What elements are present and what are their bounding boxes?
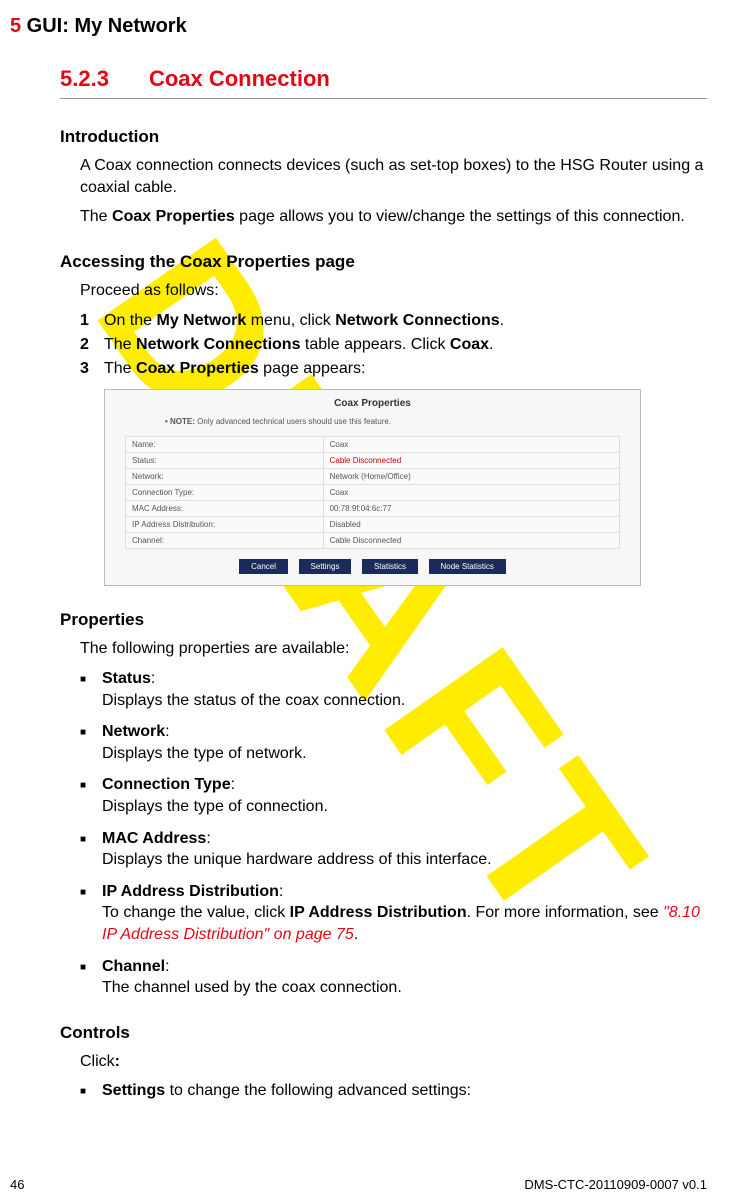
accessing-steps: 1 On the My Network menu, click Network … [80, 309, 707, 381]
properties-lead: The following properties are available: [80, 638, 707, 660]
page-footer: 46 DMS-CTC-20110909-0007 v0.1 [0, 1177, 747, 1192]
list-item: ■ MAC Address:Displays the unique hardwa… [80, 828, 707, 871]
list-item: ■ Network:Displays the type of network. [80, 721, 707, 764]
sc-title: Coax Properties [105, 390, 640, 413]
cancel-button: Cancel [239, 559, 288, 574]
table-row: IP Address Distribution:Disabled [126, 517, 620, 533]
section-number: 5.2.3 [60, 66, 109, 91]
accessing-heading: Accessing the Coax Properties page [60, 252, 707, 272]
coax-properties-screenshot: Coax Properties • NOTE: Only advanced te… [104, 389, 707, 586]
table-row: Name:Coax [126, 437, 620, 453]
intro-p2: The Coax Properties page allows you to v… [80, 206, 707, 228]
properties-heading: Properties [60, 610, 707, 630]
properties-block: Properties The following properties are … [60, 610, 707, 998]
list-item: ■ Channel:The channel used by the coax c… [80, 956, 707, 999]
sc-table: Name:Coax Status:Cable Disconnected Netw… [125, 436, 620, 549]
controls-block: Controls Click: ■ Settings to change the… [60, 1023, 707, 1102]
list-item: ■ Settings to change the following advan… [80, 1080, 707, 1102]
table-row: MAC Address:00:78:9f:04:6c:77 [126, 501, 620, 517]
accessing-block: Accessing the Coax Properties page Proce… [60, 252, 707, 587]
bullet-icon: ■ [80, 828, 102, 871]
intro-heading: Introduction [60, 127, 707, 147]
properties-list: ■ Status:Displays the status of the coax… [80, 668, 707, 999]
step-1: 1 On the My Network menu, click Network … [80, 309, 707, 333]
intro-block: Introduction A Coax connection connects … [60, 127, 707, 228]
bullet-icon: ■ [80, 881, 102, 946]
list-item: ■ Connection Type:Displays the type of c… [80, 774, 707, 817]
bullet-icon: ■ [80, 774, 102, 817]
page-content: 5 GUI: My Network 5.2.3 Coax Connection I… [0, 0, 747, 1102]
table-row: Connection Type:Coax [126, 485, 620, 501]
controls-list: ■ Settings to change the following advan… [80, 1080, 707, 1102]
table-row: Status:Cable Disconnected [126, 453, 620, 469]
chapter-number: 5 [10, 15, 21, 37]
section-title: Coax Connection [149, 66, 330, 91]
settings-button: Settings [299, 559, 352, 574]
bullet-icon: ■ [80, 721, 102, 764]
table-row: Network:Network (Home/Office) [126, 469, 620, 485]
step-3: 3 The Coax Properties page appears: [80, 357, 707, 381]
bullet-icon: ■ [80, 668, 102, 711]
step-2: 2 The Network Connections table appears.… [80, 333, 707, 357]
node-statistics-button: Node Statistics [429, 559, 506, 574]
list-item: ■ IP Address Distribution:To change the … [80, 881, 707, 946]
page-header: 5 GUI: My Network [10, 15, 707, 38]
sc-buttons: Cancel Settings Statistics Node Statisti… [105, 559, 640, 574]
section-heading: 5.2.3 Coax Connection [60, 66, 707, 99]
controls-lead: Click: [80, 1051, 707, 1073]
doc-id: DMS-CTC-20110909-0007 v0.1 [524, 1177, 707, 1192]
controls-heading: Controls [60, 1023, 707, 1043]
chapter-title: GUI: My Network [21, 15, 187, 37]
table-row: Channel:Cable Disconnected [126, 533, 620, 549]
page-number: 46 [10, 1177, 24, 1192]
sc-note: • NOTE: Only advanced technical users sh… [165, 417, 610, 426]
intro-p1: A Coax connection connects devices (such… [80, 155, 707, 198]
bullet-icon: ■ [80, 1080, 102, 1102]
statistics-button: Statistics [362, 559, 418, 574]
bullet-icon: ■ [80, 956, 102, 999]
list-item: ■ Status:Displays the status of the coax… [80, 668, 707, 711]
accessing-lead: Proceed as follows: [80, 280, 707, 302]
